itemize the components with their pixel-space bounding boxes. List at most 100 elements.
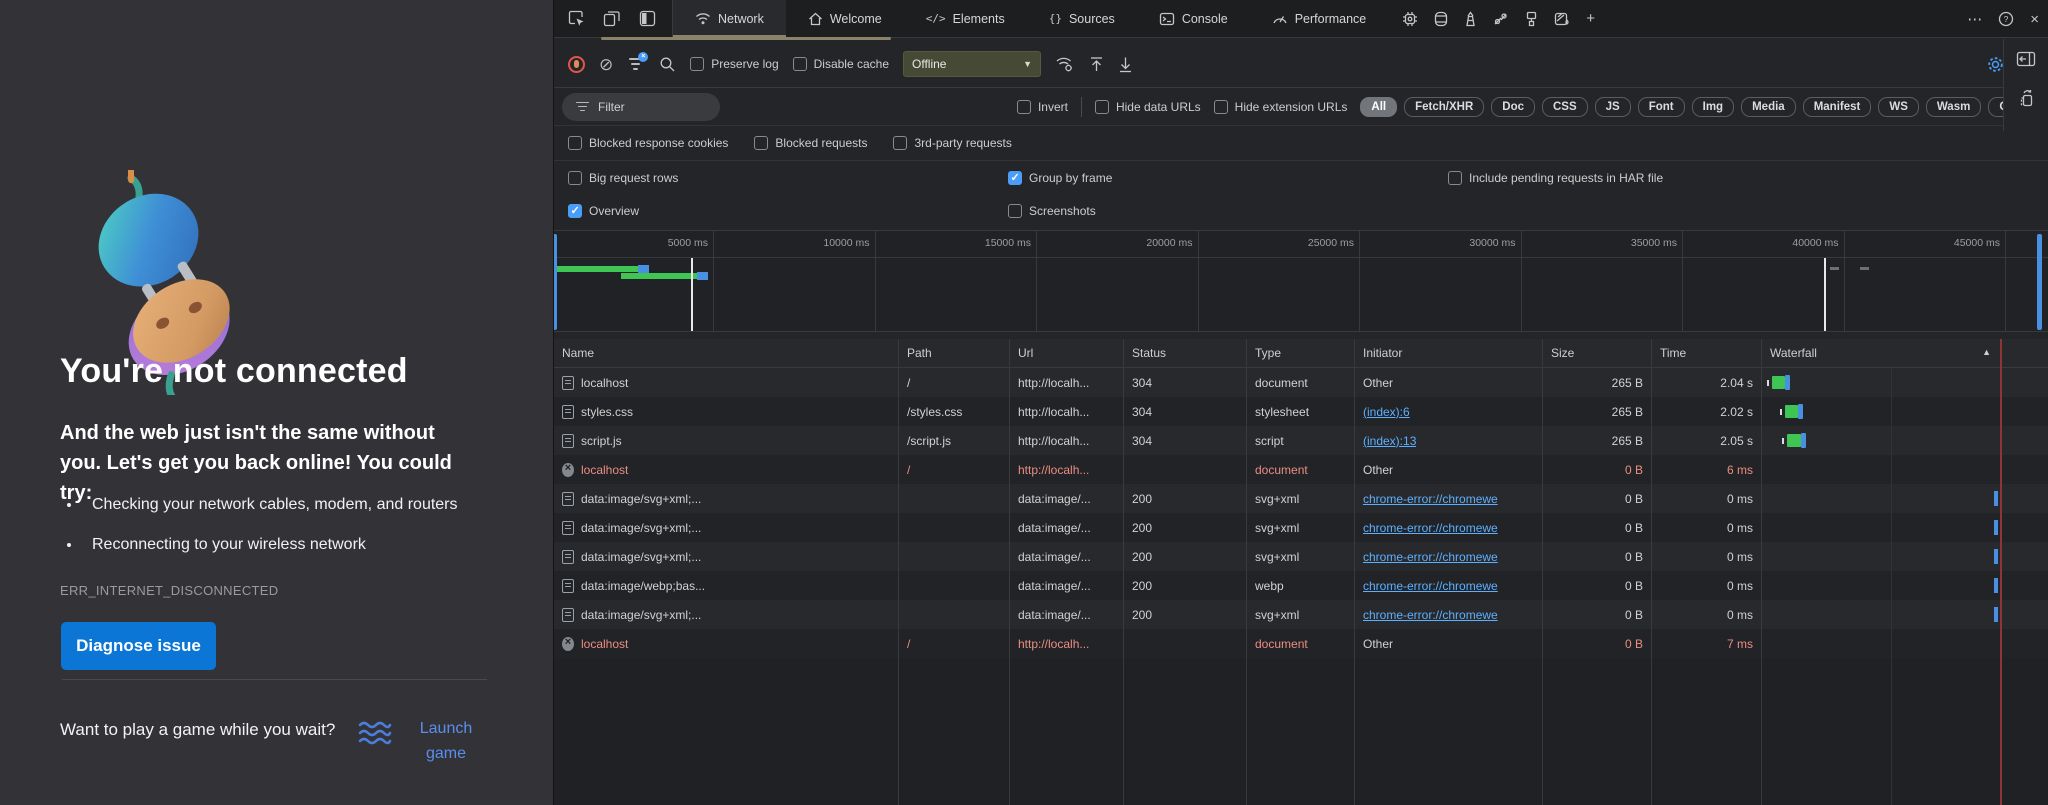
type-pill[interactable]: Wasm xyxy=(1925,96,1982,117)
type-pill[interactable]: CSS xyxy=(1542,96,1588,117)
initiator-text: (index):6 xyxy=(1363,404,1410,419)
timeline-gridline xyxy=(2005,231,2006,331)
throttling-dropdown[interactable]: Offline ▼ xyxy=(903,51,1041,77)
invert-checkbox[interactable]: Invert xyxy=(1016,99,1068,114)
type-pill[interactable]: All xyxy=(1360,96,1398,117)
request-type-icon xyxy=(562,578,574,593)
blocked-requests-checkbox[interactable]: Blocked requests xyxy=(754,136,867,150)
network-conditions-gear-icon[interactable] xyxy=(1055,56,1075,73)
network-conditions-icon[interactable] xyxy=(1493,11,1509,27)
options-row-2: Overview Screenshots xyxy=(554,194,2048,227)
help-icon[interactable]: ? xyxy=(1998,11,2014,27)
type-pill[interactable]: JS xyxy=(1594,96,1631,117)
tab-network[interactable]: Network xyxy=(673,0,786,37)
hide-extension-urls-checkbox[interactable]: Hide extension URLs xyxy=(1213,99,1347,114)
hide-data-urls-checkbox[interactable]: Hide data URLs xyxy=(1094,99,1201,114)
clear-network-log-icon[interactable]: ⊘ xyxy=(599,56,613,73)
launch-game-link[interactable]: Launch game xyxy=(406,716,486,766)
filter-icon[interactable]: × xyxy=(627,52,649,72)
column-header-size[interactable]: Size xyxy=(1543,339,1652,367)
preserve-log-checkbox[interactable]: Preserve log xyxy=(690,57,779,71)
table-row[interactable]: script.js /script.js http://localh... 30… xyxy=(554,426,2048,455)
filter-input[interactable]: Filter xyxy=(562,92,720,121)
cell-waterfall xyxy=(1762,629,2048,658)
tab-performance[interactable]: Performance xyxy=(1250,0,1389,37)
add-tab-icon[interactable]: + xyxy=(1586,10,1595,27)
checkbox xyxy=(568,136,582,150)
type-pill[interactable]: Media xyxy=(1741,96,1796,117)
blocked-response-cookies-checkbox[interactable]: Blocked response cookies xyxy=(568,136,728,150)
cell-status: 304 xyxy=(1124,368,1247,397)
table-row[interactable]: localhost / http://localh... document Ot… xyxy=(554,629,2048,658)
include-pending-har-checkbox[interactable]: Include pending requests in HAR file xyxy=(1448,170,1663,185)
wifi-icon xyxy=(696,13,710,25)
column-header-status[interactable]: Status xyxy=(1124,339,1247,367)
checkbox xyxy=(1213,99,1228,114)
type-pill[interactable]: Doc xyxy=(1491,96,1535,117)
table-row[interactable]: data:image/svg+xml;... data:image/... 20… xyxy=(554,484,2048,513)
type-pill[interactable]: WS xyxy=(1878,96,1919,117)
timeline-mini-bar xyxy=(1860,267,1869,270)
chevron-down-icon: ▼ xyxy=(1023,59,1032,69)
tab-sources[interactable]: {} Sources xyxy=(1027,0,1137,37)
timeline-selection-handle-left[interactable] xyxy=(554,234,557,330)
search-icon[interactable] xyxy=(659,56,676,73)
screenshots-checkbox[interactable]: Screenshots xyxy=(1008,203,1448,218)
tab-welcome[interactable]: Welcome xyxy=(786,0,904,37)
more-options-icon[interactable]: ⋯ xyxy=(1967,10,1982,28)
column-header-path[interactable]: Path xyxy=(899,339,1010,367)
type-pill[interactable]: Fetch/XHR xyxy=(1404,96,1485,117)
checkbox-label: Blocked requests xyxy=(775,136,868,150)
memory-icon[interactable] xyxy=(1402,11,1418,27)
type-pill[interactable]: Manifest xyxy=(1802,96,1872,117)
application-icon[interactable] xyxy=(1434,11,1448,27)
disable-cache-checkbox[interactable]: Disable cache xyxy=(792,57,889,71)
checkbox-label: Screenshots xyxy=(1029,203,1096,218)
tabbar-scroll-thumb[interactable] xyxy=(601,37,891,40)
checkbox xyxy=(568,170,582,185)
third-party-requests-checkbox[interactable]: 3rd-party requests xyxy=(893,136,1012,150)
column-header-waterfall[interactable]: Waterfall ▲ xyxy=(1762,339,2048,367)
rendering-icon[interactable] xyxy=(1554,11,1570,27)
checkbox xyxy=(1016,99,1031,114)
initiator-text: Other xyxy=(1363,636,1394,651)
css-overview-icon[interactable] xyxy=(1525,11,1538,27)
inspect-element-icon[interactable] xyxy=(568,10,585,27)
overview-checkbox[interactable]: Overview xyxy=(568,203,1008,218)
type-pill[interactable]: Img xyxy=(1691,96,1735,117)
record-network-log-icon[interactable] xyxy=(568,55,585,73)
device-posture-icon[interactable] xyxy=(2018,89,2034,107)
cell-time: 7 ms xyxy=(1652,629,1762,658)
close-icon[interactable]: × xyxy=(2030,11,2039,28)
table-row[interactable]: localhost / http://localh... 304 documen… xyxy=(554,368,2048,397)
tab-elements[interactable]: </> Elements xyxy=(904,0,1027,37)
table-row[interactable]: data:image/svg+xml;... data:image/... 20… xyxy=(554,600,2048,629)
big-request-rows-checkbox[interactable]: Big request rows xyxy=(568,170,1008,185)
device-toolbar-icon[interactable] xyxy=(603,10,621,27)
column-header-type[interactable]: Type xyxy=(1247,339,1355,367)
group-by-frame-checkbox[interactable]: Group by frame xyxy=(1008,170,1448,185)
cell-name: data:image/svg+xml;... xyxy=(554,484,899,513)
import-har-icon[interactable] xyxy=(1089,56,1104,73)
expand-panel-icon[interactable] xyxy=(2016,51,2036,67)
dock-side-icon[interactable] xyxy=(639,10,656,27)
braces-icon: {} xyxy=(1048,12,1062,25)
cell-size: 0 B xyxy=(1543,542,1652,571)
export-har-icon[interactable] xyxy=(1118,56,1133,73)
table-row[interactable]: data:image/webp;bas... data:image/... 20… xyxy=(554,571,2048,600)
table-row[interactable]: styles.css /styles.css http://localh... … xyxy=(554,397,2048,426)
diagnose-issue-button[interactable]: Diagnose issue xyxy=(61,622,216,670)
column-header-time[interactable]: Time xyxy=(1652,339,1762,367)
timeline-selection-handle-right[interactable] xyxy=(2037,234,2042,330)
column-header-initiator[interactable]: Initiator xyxy=(1355,339,1543,367)
type-pill[interactable]: Font xyxy=(1637,96,1685,117)
table-row[interactable]: data:image/svg+xml;... data:image/... 20… xyxy=(554,542,2048,571)
cell-type: document xyxy=(1247,455,1355,484)
lighthouse-icon[interactable] xyxy=(1464,10,1477,27)
table-row[interactable]: data:image/svg+xml;... data:image/... 20… xyxy=(554,513,2048,542)
network-overview-timeline[interactable]: 5000 ms 10000 ms 15000 ms 20000 ms 25000 ms 3… xyxy=(554,230,2048,332)
column-header-name[interactable]: Name xyxy=(554,339,899,367)
column-header-url[interactable]: Url xyxy=(1010,339,1124,367)
table-row[interactable]: localhost / http://localh... document Ot… xyxy=(554,455,2048,484)
tab-console[interactable]: Console xyxy=(1137,0,1250,37)
